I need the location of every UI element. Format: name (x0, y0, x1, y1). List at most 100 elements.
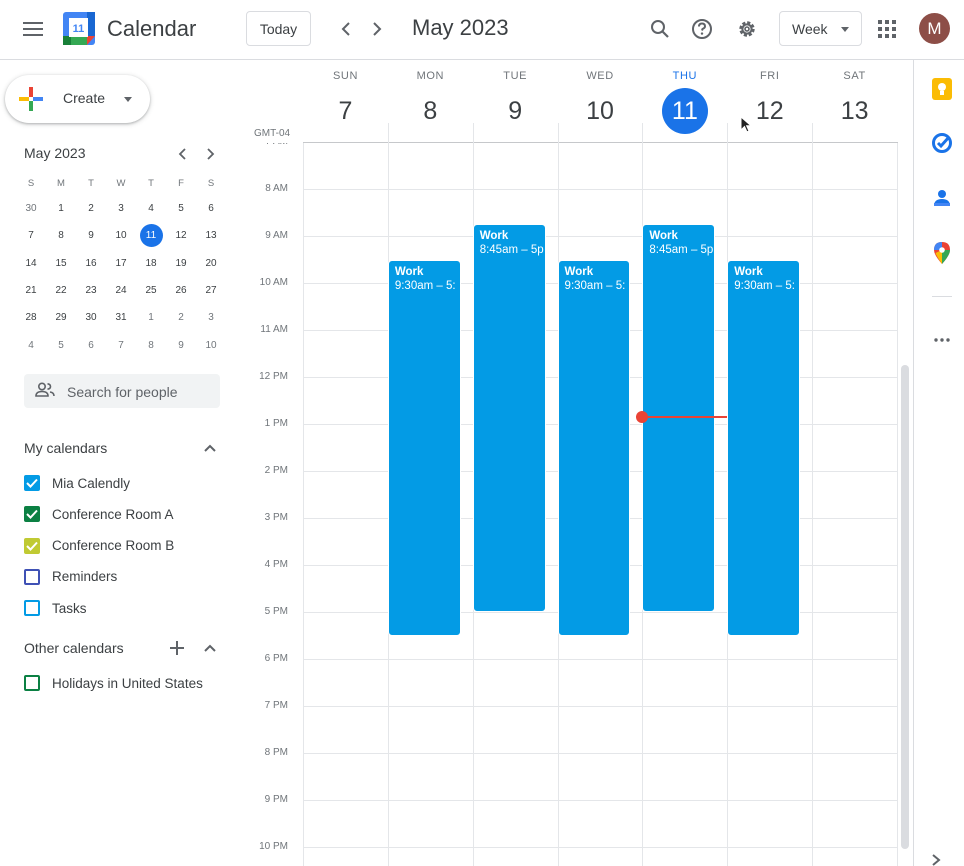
calendar-list-item[interactable]: Conference Room B (24, 534, 224, 558)
day-number[interactable]: 12 (747, 88, 793, 134)
day-number[interactable]: 9 (492, 88, 538, 134)
mini-day-cell[interactable]: 14 (16, 250, 46, 277)
other-calendars-title[interactable]: Other calendars (24, 640, 124, 656)
event-block[interactable]: Work 9:30am – 5: (727, 259, 801, 636)
mini-day-cell[interactable]: 1 (136, 304, 166, 331)
mini-day-cell[interactable]: 20 (196, 250, 226, 277)
day-number[interactable]: 10 (577, 88, 623, 134)
day-number[interactable]: 8 (407, 88, 453, 134)
calendar-list-item[interactable]: Conference Room A (24, 502, 224, 526)
mini-day-cell[interactable]: 3 (106, 195, 136, 222)
my-calendars-title[interactable]: My calendars (24, 440, 107, 456)
more-icon[interactable] (927, 325, 957, 355)
mini-day-cell[interactable]: 1 (46, 195, 76, 222)
event-block[interactable]: Work 9:30am – 5: (557, 259, 631, 636)
mini-day-cell[interactable]: 30 (76, 304, 106, 331)
day-header-sat[interactable]: SAT 13 (812, 70, 897, 134)
day-number[interactable]: 7 (323, 88, 369, 134)
event-block[interactable]: Work 9:30am – 5: (387, 259, 461, 636)
day-header-sun[interactable]: SUN 7 (303, 70, 388, 134)
mini-day-cell[interactable]: 13 (196, 222, 226, 249)
contacts-icon[interactable] (927, 183, 957, 213)
today-button[interactable]: Today (246, 11, 311, 46)
mini-day-cell[interactable]: 4 (136, 195, 166, 222)
mini-day-cell[interactable]: 25 (136, 277, 166, 304)
mini-day-cell[interactable]: 4 (16, 331, 46, 358)
mini-day-cell[interactable]: 9 (166, 331, 196, 358)
maps-icon[interactable] (927, 238, 957, 268)
mini-day-cell[interactable]: 30 (16, 195, 46, 222)
mini-day-cell[interactable]: 10 (196, 331, 226, 358)
mini-day-cell[interactable]: 11 (136, 222, 166, 249)
mini-day-cell[interactable]: 7 (106, 331, 136, 358)
grid-scrollbar-thumb[interactable] (901, 365, 909, 849)
mini-day-cell[interactable]: 17 (106, 250, 136, 277)
day-header-thu[interactable]: THU 11 (642, 70, 727, 134)
mini-day-cell[interactable]: 3 (196, 304, 226, 331)
mini-day-cell[interactable]: 15 (46, 250, 76, 277)
people-search-input[interactable]: Search for people (24, 374, 220, 408)
day-header-tue[interactable]: TUE 9 (473, 70, 558, 134)
search-icon[interactable] (640, 9, 680, 49)
checked-checkbox-icon[interactable] (24, 475, 40, 491)
mini-day-cell[interactable]: 21 (16, 277, 46, 304)
event-block[interactable]: Work 8:45am – 5p (642, 224, 716, 612)
mini-day-cell[interactable]: 24 (106, 277, 136, 304)
mini-day-cell[interactable]: 12 (166, 222, 196, 249)
mini-day-cell[interactable]: 28 (16, 304, 46, 331)
mini-day-cell[interactable]: 18 (136, 250, 166, 277)
event-block[interactable]: Work 8:45am – 5p (472, 224, 546, 612)
mini-day-cell[interactable]: 8 (136, 331, 166, 358)
account-avatar[interactable]: M (919, 13, 950, 44)
tasks-icon[interactable] (927, 128, 957, 158)
mini-day-cell[interactable]: 2 (76, 195, 106, 222)
mini-day-cell[interactable]: 26 (166, 277, 196, 304)
add-calendar-plus-icon[interactable] (165, 636, 189, 660)
mini-day-cell[interactable]: 9 (76, 222, 106, 249)
mini-day-cell[interactable]: 5 (46, 331, 76, 358)
mini-day-cell[interactable]: 27 (196, 277, 226, 304)
checked-checkbox-icon[interactable] (24, 506, 40, 523)
calendar-list-item[interactable]: Holidays in United States (24, 671, 224, 695)
checked-checkbox-icon[interactable] (24, 537, 40, 554)
unchecked-checkbox-icon[interactable] (24, 568, 40, 585)
keep-icon[interactable] (927, 74, 957, 104)
apps-grid-icon[interactable] (867, 9, 907, 49)
help-icon[interactable] (682, 9, 722, 49)
menu-icon[interactable] (13, 9, 53, 49)
mini-day-cell[interactable]: 16 (76, 250, 106, 277)
mini-day-cell[interactable]: 23 (76, 277, 106, 304)
collapse-chevron-icon[interactable] (198, 436, 222, 460)
day-number[interactable]: 11 (661, 88, 708, 134)
week-time-grid[interactable]: 7 AM 8 AM 9 AM 10 AM 11 AM 12 PM 1 PM 2 PM 3 PM 4… (250, 143, 900, 866)
mini-day-cell[interactable]: 29 (46, 304, 76, 331)
calendar-list-item[interactable]: Mia Calendly (24, 471, 224, 495)
day-header-wed[interactable]: WED 10 (558, 70, 643, 134)
mini-day-cell[interactable]: 6 (76, 331, 106, 358)
calendar-list-item[interactable]: Tasks (24, 596, 224, 620)
mini-day-cell[interactable]: 31 (106, 304, 136, 331)
mini-day-cell[interactable]: 10 (106, 222, 136, 249)
next-arrow-icon[interactable] (361, 13, 393, 45)
day-header-mon[interactable]: MON 8 (388, 70, 473, 134)
unchecked-checkbox-icon[interactable] (24, 675, 40, 691)
mini-day-cell[interactable]: 19 (166, 250, 196, 277)
view-selector-button[interactable]: Week (779, 11, 862, 46)
mini-next-icon[interactable] (199, 142, 223, 166)
create-button[interactable]: Create (5, 75, 150, 123)
hour-gridline (303, 706, 898, 707)
day-number[interactable]: 13 (832, 88, 878, 134)
collapse-chevron-icon[interactable] (198, 636, 222, 660)
calendar-list-item[interactable]: Reminders (24, 565, 224, 589)
mini-day-cell[interactable]: 7 (16, 222, 46, 249)
mini-day-cell[interactable]: 22 (46, 277, 76, 304)
mini-day-cell[interactable]: 6 (196, 195, 226, 222)
prev-arrow-icon[interactable] (330, 13, 362, 45)
expand-panel-chevron-icon[interactable] (931, 853, 941, 866)
mini-day-cell[interactable]: 8 (46, 222, 76, 249)
mini-day-cell[interactable]: 5 (166, 195, 196, 222)
mini-day-cell[interactable]: 2 (166, 304, 196, 331)
mini-prev-icon[interactable] (170, 142, 194, 166)
settings-icon[interactable] (727, 9, 767, 49)
unchecked-checkbox-icon[interactable] (24, 600, 40, 617)
